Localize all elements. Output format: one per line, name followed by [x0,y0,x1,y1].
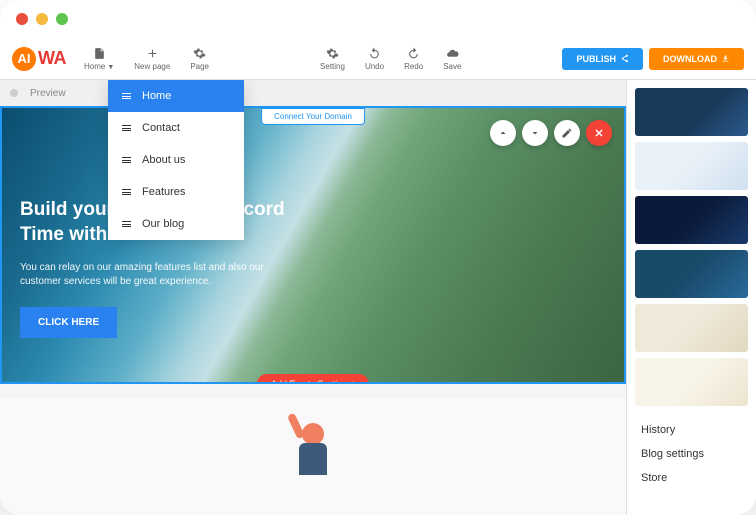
sidebar-link-history[interactable]: History [639,418,744,442]
logo-text: WA [38,48,66,69]
close-window-icon[interactable] [16,13,28,25]
plus-icon [146,47,159,60]
connect-domain-button[interactable]: Connect Your Domain [261,108,365,125]
toolbar-center: Setting Undo Redo Save [219,45,562,73]
section-controls [490,120,612,146]
right-sidebar: History Blog settings Store [626,80,756,515]
template-thumb[interactable] [635,358,748,406]
sidebar-links: History Blog settings Store [635,412,748,496]
template-thumb[interactable] [635,304,748,352]
dropdown-item-blog[interactable]: Our blog [108,208,244,240]
hamburger-icon [122,93,132,99]
undo-icon [368,47,381,60]
home-menu-button[interactable]: Home▼ [74,45,124,73]
dropdown-label: Home [142,90,171,102]
content-area: Preview Home Contact [0,80,756,515]
download-label: DOWNLOAD [663,54,717,64]
share-icon [620,54,629,63]
pencil-icon [561,127,573,139]
template-thumb[interactable] [635,250,748,298]
undo-button[interactable]: Undo [355,45,394,73]
setting-label: Setting [320,62,345,71]
window-titlebar [0,0,756,38]
hamburger-icon [122,157,132,163]
minimize-window-icon[interactable] [36,13,48,25]
dropdown-label: About us [142,154,185,166]
publish-button[interactable]: PUBLISH [562,48,643,70]
home-label: Home [84,62,105,71]
dropdown-item-features[interactable]: Features [108,176,244,208]
file-icon [93,47,106,60]
move-down-button[interactable] [522,120,548,146]
gear-icon [326,47,339,60]
dropdown-label: Features [142,186,185,198]
setting-button[interactable]: Setting [310,45,355,73]
download-icon [721,54,730,63]
save-label: Save [443,62,461,71]
hamburger-icon [122,125,132,131]
page-dropdown: Home Contact About us Features Our blog [108,80,244,240]
publish-label: PUBLISH [576,54,616,64]
edit-section-button[interactable] [554,120,580,146]
save-button[interactable]: Save [433,45,471,73]
new-page-label: New page [134,62,170,71]
add-section-button[interactable]: Add Empty Section + [257,374,369,384]
dropdown-item-about[interactable]: About us [108,144,244,176]
cloud-icon [446,47,459,60]
redo-icon [407,47,420,60]
download-button[interactable]: DOWNLOAD [649,48,744,70]
page-button[interactable]: Page [180,45,219,73]
chevron-up-icon [497,127,509,139]
redo-button[interactable]: Redo [394,45,433,73]
gear-icon [193,47,206,60]
dropdown-label: Contact [142,122,180,134]
hamburger-icon [122,189,132,195]
redo-label: Redo [404,62,423,71]
delete-section-button[interactable] [586,120,612,146]
preview-label: Preview [30,88,66,99]
logo-badge: AI [12,47,36,71]
app-window: AI WA Home▼ New page Page Setting Undo [0,0,756,515]
hero-cta-button[interactable]: CLICK HERE [20,307,117,338]
below-hero-section [0,398,626,515]
page-label: Page [190,62,209,71]
sidebar-link-blog-settings[interactable]: Blog settings [639,442,744,466]
new-page-button[interactable]: New page [124,45,180,73]
preview-bar: Preview [0,80,626,106]
brand-logo[interactable]: AI WA [12,47,66,71]
sidebar-link-store[interactable]: Store [639,466,744,490]
close-icon [593,127,605,139]
maximize-window-icon[interactable] [56,13,68,25]
hero-subtitle[interactable]: You can relay on our amazing features li… [20,261,300,289]
dropdown-item-home[interactable]: Home [108,80,244,112]
toolbar-right: PUBLISH DOWNLOAD [562,48,744,70]
preview-dot-icon [10,89,18,97]
dropdown-item-contact[interactable]: Contact [108,112,244,144]
template-thumb[interactable] [635,196,748,244]
caret-down-icon: ▼ [107,64,114,71]
undo-label: Undo [365,62,384,71]
chevron-down-icon [529,127,541,139]
dropdown-label: Our blog [142,218,184,230]
template-thumb[interactable] [635,142,748,190]
hamburger-icon [122,221,132,227]
person-illustration [288,423,338,493]
hero-section[interactable]: Connect Your Domain Build your Website i… [0,106,626,384]
move-up-button[interactable] [490,120,516,146]
canvas-area: Preview Home Contact [0,80,626,515]
main-toolbar: AI WA Home▼ New page Page Setting Undo [0,38,756,80]
template-thumb[interactable] [635,88,748,136]
